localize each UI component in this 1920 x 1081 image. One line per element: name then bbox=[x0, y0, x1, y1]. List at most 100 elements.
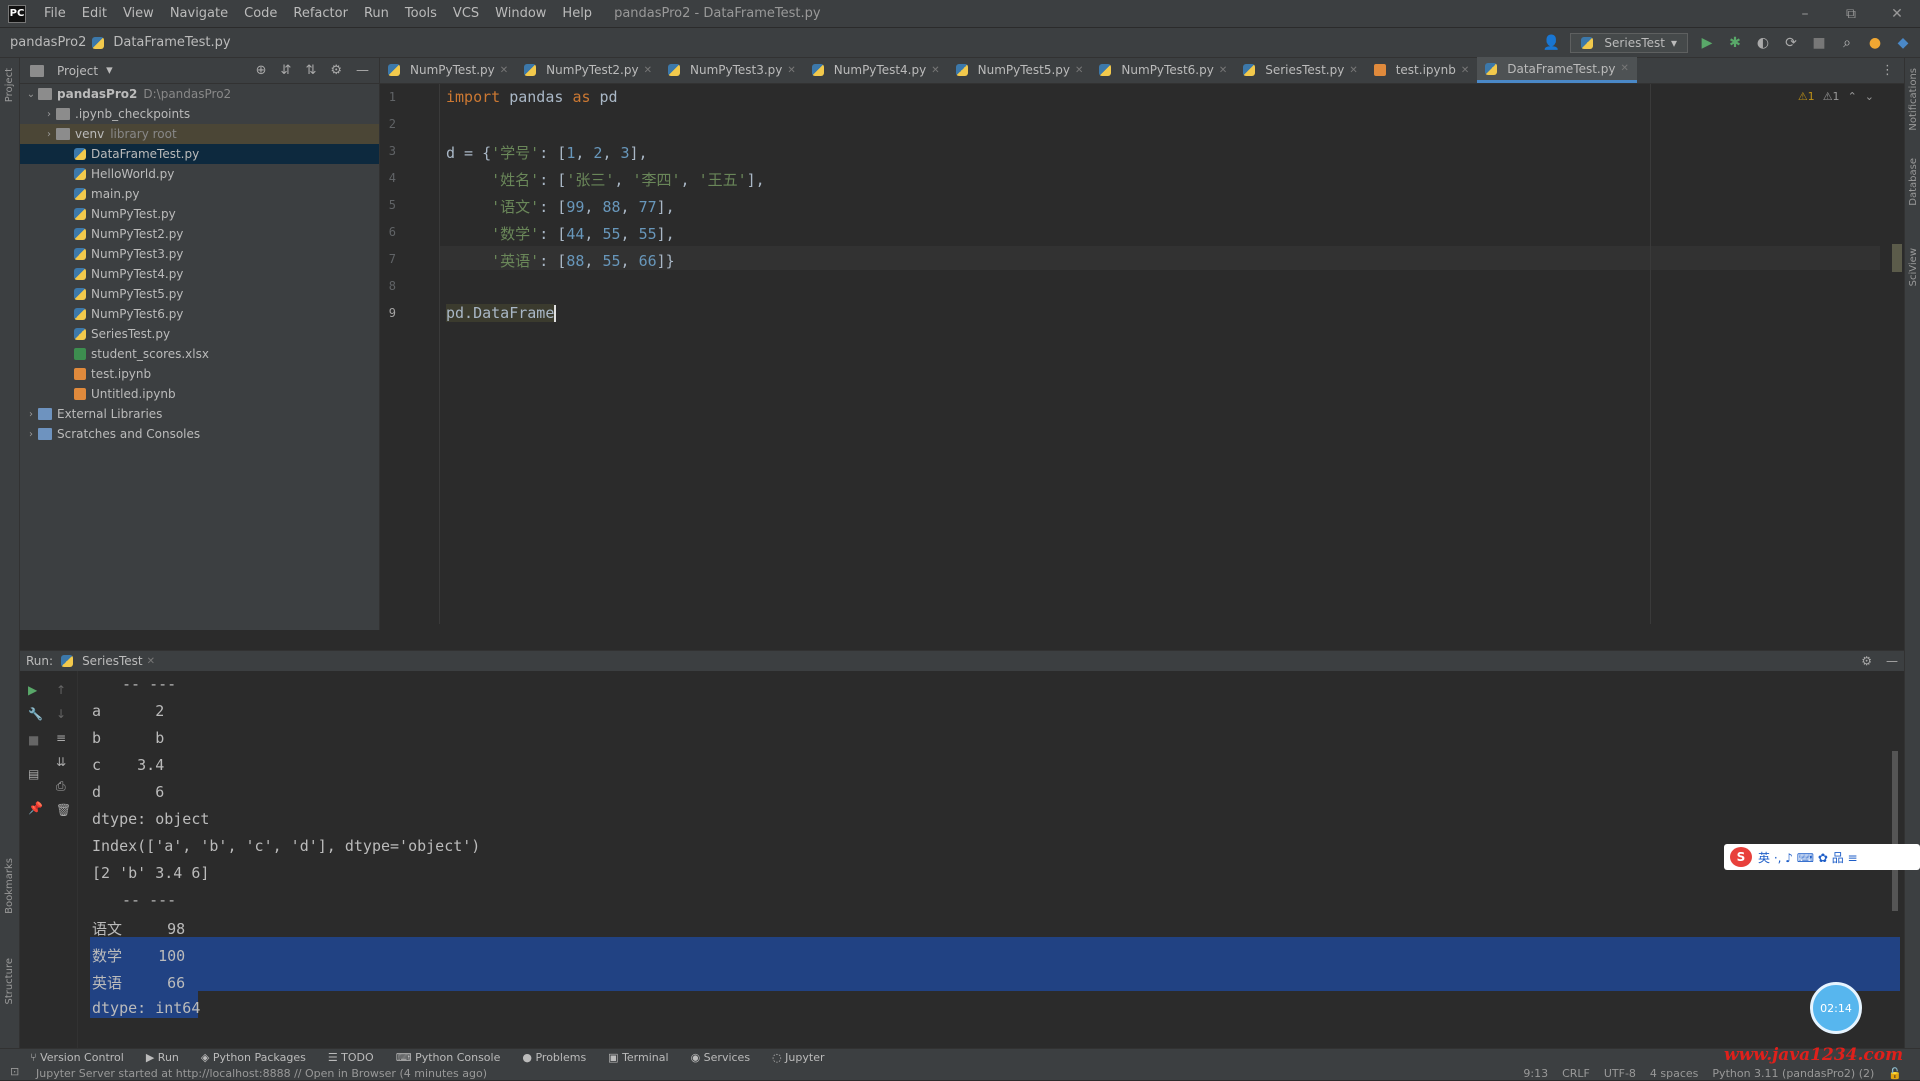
stop-icon[interactable]: ■ bbox=[28, 733, 39, 747]
close-icon[interactable]: ✕ bbox=[1874, 6, 1920, 22]
chevron-right-icon[interactable]: › bbox=[42, 109, 56, 120]
python-interpreter[interactable]: Python 3.11 (pandasPro2) (2) bbox=[1712, 1067, 1874, 1080]
indent-setting[interactable]: 4 spaces bbox=[1650, 1067, 1699, 1080]
tree-item[interactable]: › .ipynb_checkpoints bbox=[20, 104, 379, 124]
close-icon[interactable]: ✕ bbox=[644, 65, 652, 76]
lock-icon[interactable]: 🔓 bbox=[1888, 1067, 1902, 1080]
editor-tab[interactable]: NumPyTest5.py ✕ bbox=[948, 57, 1092, 83]
recording-timer[interactable]: 02:14 bbox=[1810, 982, 1862, 1034]
maximize-icon[interactable]: ⧉ bbox=[1828, 6, 1874, 22]
close-icon[interactable]: ✕ bbox=[1349, 65, 1357, 76]
tool-tab-jupyter[interactable]: ◌ Jupyter bbox=[772, 1051, 824, 1064]
file-encoding[interactable]: UTF-8 bbox=[1604, 1067, 1636, 1080]
project-panel-title[interactable]: Project bbox=[57, 64, 98, 78]
editor-tab[interactable]: SeriesTest.py ✕ bbox=[1235, 57, 1365, 83]
tree-item[interactable]: › venv library root bbox=[20, 124, 379, 144]
tree-item[interactable]: NumPyTest5.py bbox=[20, 284, 379, 304]
tool-tab-terminal[interactable]: ▣ Terminal bbox=[608, 1051, 668, 1064]
breadcrumb-file[interactable]: DataFrameTest.py bbox=[109, 35, 236, 50]
down-arrow-icon[interactable]: ↓ bbox=[56, 707, 66, 721]
chevron-down-icon[interactable]: ▾ bbox=[106, 63, 113, 78]
tree-item[interactable]: ⌄ pandasPro2 D:\pandasPro2 bbox=[20, 84, 379, 104]
tool-tab-python-packages[interactable]: ◈ Python Packages bbox=[201, 1051, 306, 1064]
inspection-widget[interactable]: ⚠1 ⚠1 ⌃ ⌄ bbox=[1798, 90, 1874, 103]
tree-item[interactable]: HelloWorld.py bbox=[20, 164, 379, 184]
status-toggle-icon[interactable]: ⊡ bbox=[10, 1065, 19, 1078]
warning-count[interactable]: ⚠1 bbox=[1798, 90, 1815, 103]
editor-tab[interactable]: NumPyTest.py ✕ bbox=[380, 57, 516, 83]
stop-icon[interactable]: ■ bbox=[1810, 34, 1828, 52]
up-arrow-icon[interactable]: ↑ bbox=[56, 683, 66, 697]
tree-item[interactable]: Untitled.ipynb bbox=[20, 384, 379, 404]
menu-window[interactable]: Window bbox=[487, 6, 554, 21]
close-icon[interactable]: ✕ bbox=[787, 65, 795, 76]
caret-position[interactable]: 9:13 bbox=[1523, 1067, 1548, 1080]
editor-tab[interactable]: DataFrameTest.py ✕ bbox=[1477, 57, 1637, 83]
output-scrollbar[interactable] bbox=[1892, 751, 1898, 911]
menu-tools[interactable]: Tools bbox=[397, 6, 445, 21]
project-tool-button[interactable]: Project bbox=[4, 68, 15, 102]
hide-icon[interactable]: — bbox=[356, 63, 369, 78]
debug-icon[interactable]: ✱ bbox=[1726, 34, 1744, 52]
profile-icon[interactable]: ⟳ bbox=[1782, 34, 1800, 52]
breadcrumb-project[interactable]: pandasPro2 bbox=[0, 35, 92, 50]
layout-icon[interactable]: ▤ bbox=[28, 767, 39, 781]
tree-item[interactable]: student_scores.xlsx bbox=[20, 344, 379, 364]
tree-item[interactable]: SeriesTest.py bbox=[20, 324, 379, 344]
collapse-all-icon[interactable]: ⇅ bbox=[305, 63, 316, 78]
shield-icon[interactable]: ◆ bbox=[1894, 34, 1912, 52]
menu-edit[interactable]: Edit bbox=[74, 6, 115, 21]
tree-item[interactable]: NumPyTest4.py bbox=[20, 264, 379, 284]
editor-tab[interactable]: NumPyTest2.py ✕ bbox=[516, 57, 660, 83]
soft-wrap-icon[interactable]: ≡ bbox=[56, 731, 66, 745]
rerun-icon[interactable]: ▶ bbox=[28, 683, 37, 697]
menu-navigate[interactable]: Navigate bbox=[162, 6, 236, 21]
coverage-icon[interactable]: ◐ bbox=[1754, 34, 1772, 52]
search-icon[interactable]: ⌕ bbox=[1838, 34, 1856, 52]
structure-tool-button[interactable]: Structure bbox=[4, 958, 15, 1005]
gear-icon[interactable]: ⚙ bbox=[1861, 654, 1872, 668]
tree-item[interactable]: › External Libraries bbox=[20, 404, 379, 424]
tree-item[interactable]: NumPyTest.py bbox=[20, 204, 379, 224]
close-icon[interactable]: ✕ bbox=[1075, 65, 1083, 76]
chevron-down-icon[interactable]: ⌄ bbox=[24, 89, 38, 100]
chevron-right-icon[interactable]: › bbox=[24, 429, 38, 440]
tree-item[interactable]: DataFrameTest.py bbox=[20, 144, 379, 164]
chevron-up-icon[interactable]: ⌃ bbox=[1848, 90, 1857, 103]
run-icon[interactable]: ▶ bbox=[1698, 34, 1716, 52]
menu-vcs[interactable]: VCS bbox=[445, 6, 487, 21]
tool-tab-python-console[interactable]: ⌨ Python Console bbox=[396, 1051, 501, 1064]
run-tab-seriestest[interactable]: SeriesTest ✕ bbox=[61, 654, 155, 668]
menu-help[interactable]: Help bbox=[554, 6, 600, 21]
hide-icon[interactable]: — bbox=[1886, 654, 1898, 668]
close-icon[interactable]: ✕ bbox=[931, 65, 939, 76]
scroll-to-end-icon[interactable]: ⇊ bbox=[56, 755, 66, 769]
close-icon[interactable]: ✕ bbox=[147, 656, 155, 667]
more-tabs-icon[interactable]: ⋮ bbox=[1871, 63, 1904, 78]
expand-all-icon[interactable]: ⇵ bbox=[281, 63, 292, 78]
gear-icon[interactable]: ⚙ bbox=[330, 63, 342, 78]
editor-tab[interactable]: test.ipynb ✕ bbox=[1366, 57, 1478, 83]
editor-tab[interactable]: NumPyTest4.py ✕ bbox=[804, 57, 948, 83]
editor-tab[interactable]: NumPyTest6.py ✕ bbox=[1091, 57, 1235, 83]
tree-item[interactable]: test.ipynb bbox=[20, 364, 379, 384]
tool-tab-todo[interactable]: ☰ TODO bbox=[328, 1051, 374, 1064]
tool-tab-version-control[interactable]: ⑂ Version Control bbox=[30, 1051, 124, 1064]
run-output[interactable]: -- --- a 2 b b c 3.4 d 6 dtype: object Index([… bbox=[80, 671, 1900, 1049]
tree-item[interactable]: NumPyTest3.py bbox=[20, 244, 379, 264]
user-icon[interactable]: 👤 bbox=[1542, 34, 1560, 52]
wrench-icon[interactable]: 🔧 bbox=[28, 707, 43, 721]
minimize-icon[interactable]: – bbox=[1782, 6, 1828, 22]
tool-tab-problems[interactable]: ● Problems bbox=[522, 1051, 586, 1064]
locate-icon[interactable]: ⊕ bbox=[256, 63, 267, 78]
tool-tab-services[interactable]: ◉ Services bbox=[691, 1051, 751, 1064]
chevron-right-icon[interactable]: › bbox=[24, 409, 38, 420]
run-configuration-select[interactable]: SeriesTest ▾ bbox=[1570, 32, 1688, 53]
close-icon[interactable]: ✕ bbox=[1219, 65, 1227, 76]
close-icon[interactable]: ✕ bbox=[1461, 65, 1469, 76]
close-icon[interactable]: ✕ bbox=[500, 65, 508, 76]
menu-file[interactable]: File bbox=[36, 6, 74, 21]
chevron-down-icon[interactable]: ⌄ bbox=[1865, 90, 1874, 103]
menu-refactor[interactable]: Refactor bbox=[285, 6, 356, 21]
tree-item[interactable]: NumPyTest6.py bbox=[20, 304, 379, 324]
